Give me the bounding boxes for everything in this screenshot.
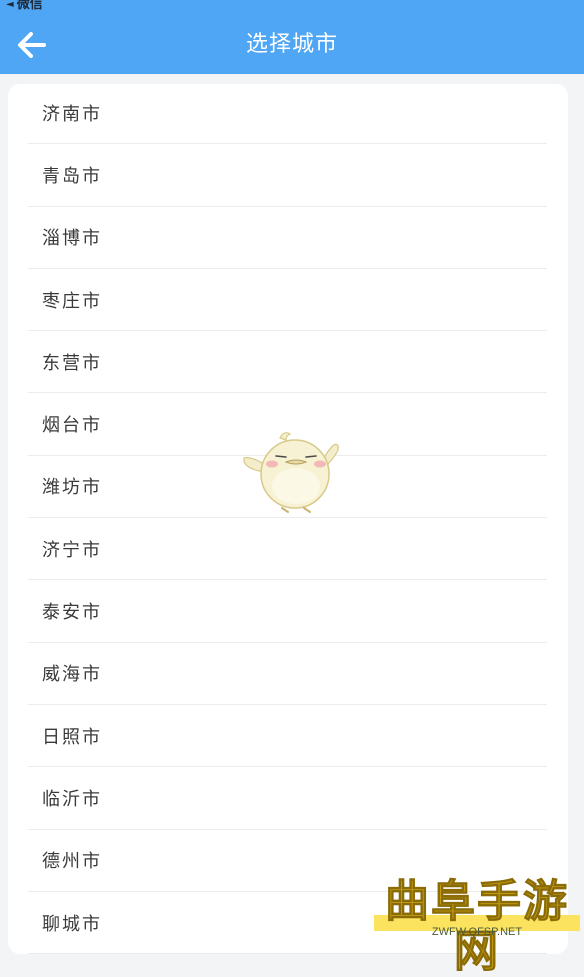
city-list-item[interactable]: 东营市 — [28, 331, 547, 394]
watermark-logo: 曲阜手游网 ZWFW.QFSP.NET — [374, 876, 580, 977]
city-list-item[interactable]: 淄博市 — [28, 207, 547, 269]
city-list-item[interactable]: 临沂市 — [28, 767, 547, 830]
city-name: 德州市 — [42, 851, 102, 873]
city-list: 济南市青岛市淄博市枣庄市东营市烟台市潍坊市济宁市泰安市威海市日照市临沂市德州市聊… — [28, 82, 547, 955]
status-back-label: 微信 — [16, 0, 43, 12]
city-name: 威海市 — [42, 664, 102, 686]
city-list-item[interactable]: 日照市 — [28, 705, 547, 768]
status-back-to-wechat[interactable]: ◄ 微信 — [6, 0, 43, 13]
city-list-item[interactable]: 济宁市 — [28, 518, 547, 581]
city-name: 淄博市 — [42, 228, 102, 250]
city-name: 青岛市 — [42, 165, 102, 187]
back-triangle-icon: ◄ — [6, 0, 14, 10]
city-list-item[interactable]: 青岛市 — [28, 144, 547, 207]
city-name: 东营市 — [42, 352, 102, 374]
city-list-item[interactable]: 泰安市 — [28, 580, 547, 643]
city-list-item[interactable]: 济南市 — [28, 82, 547, 145]
city-name: 临沂市 — [42, 788, 102, 810]
page-title: 选择城市 — [245, 32, 338, 57]
city-name: 聊城市 — [42, 913, 102, 935]
city-name: 济南市 — [42, 103, 102, 125]
city-name: 济宁市 — [42, 539, 102, 561]
city-name: 日照市 — [42, 726, 102, 748]
chick-mascot-icon — [243, 432, 339, 513]
city-name: 烟台市 — [42, 415, 102, 437]
watermark-url: ZWFW.QFSP.NET — [431, 926, 523, 938]
city-list-item[interactable]: 威海市 — [28, 643, 547, 705]
city-name: 枣庄市 — [42, 290, 102, 312]
city-name: 泰安市 — [42, 602, 102, 624]
city-name: 潍坊市 — [42, 477, 102, 499]
city-list-item[interactable]: 枣庄市 — [28, 269, 547, 332]
title-bar: ◄ 微信 选择城市 — [0, 0, 584, 74]
